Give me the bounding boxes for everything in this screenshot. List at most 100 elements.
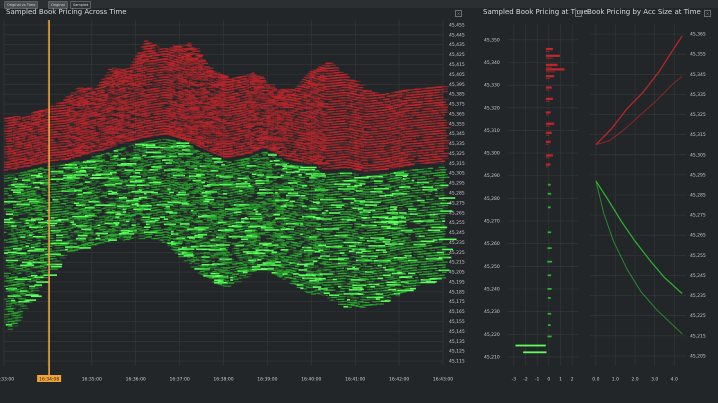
ask-level-mark xyxy=(140,97,145,100)
bid-level-mark xyxy=(127,235,132,237)
bid-level-mark xyxy=(109,212,114,215)
ask-level-mark xyxy=(11,126,17,129)
ask-level-mark xyxy=(108,68,113,71)
bid-level-mark xyxy=(72,166,75,169)
ask-level-mark xyxy=(106,144,115,146)
bid-level-mark xyxy=(66,235,75,237)
bid-level-mark xyxy=(196,161,200,163)
bid-level-mark xyxy=(68,175,74,177)
bid-level-mark xyxy=(27,172,31,175)
bid-level-mark xyxy=(162,172,165,174)
bid-level-mark xyxy=(74,243,78,245)
bid-level-mark xyxy=(20,218,29,220)
bid-level-mark xyxy=(81,182,85,184)
bid-level-mark xyxy=(181,190,186,192)
bid-level-mark xyxy=(90,161,94,164)
bid-level-mark xyxy=(66,217,73,219)
bid-level-mark xyxy=(140,227,145,229)
bid-level-mark xyxy=(66,207,72,209)
ask-level-mark xyxy=(108,99,114,102)
bid-level-mark xyxy=(56,231,60,234)
bid-level-mark xyxy=(77,206,81,208)
bid-level-mark xyxy=(74,207,79,209)
bid-level-mark xyxy=(12,255,17,257)
ask-level-mark xyxy=(61,104,67,106)
bid-level-mark xyxy=(57,175,61,177)
bid-level-mark xyxy=(127,217,134,219)
bid-level-mark xyxy=(86,229,94,231)
ask-level-mark xyxy=(153,52,159,54)
bid-level-mark xyxy=(18,182,23,184)
ask-level-mark xyxy=(52,141,58,143)
bid-level-mark xyxy=(187,256,191,259)
bid-level-mark xyxy=(97,234,100,237)
bid-level-mark xyxy=(41,192,46,194)
bid-level-mark xyxy=(115,221,118,223)
bid-level-mark xyxy=(52,186,58,188)
bid-level-mark xyxy=(109,202,116,204)
bid-level-mark xyxy=(88,218,94,221)
bid-level-mark xyxy=(136,156,143,158)
bid-level-mark xyxy=(11,274,15,276)
bid-level-mark xyxy=(41,200,47,202)
bid-level-mark xyxy=(27,216,33,218)
ask-level-mark xyxy=(102,114,111,116)
bid-level-mark xyxy=(14,239,22,242)
bid-level-mark xyxy=(29,231,33,233)
bid-level-mark xyxy=(56,242,61,244)
bid-level-mark xyxy=(20,297,24,300)
ask-level-mark xyxy=(145,112,150,114)
bid-level-mark xyxy=(144,154,147,156)
bid-level-mark xyxy=(18,313,23,315)
bid-level-mark xyxy=(115,203,122,205)
bid-level-mark xyxy=(149,207,153,209)
bid-level-mark xyxy=(135,218,142,220)
bid-level-mark xyxy=(65,194,70,197)
bid-level-mark xyxy=(145,228,149,230)
ask-level-mark xyxy=(108,112,114,114)
bid-level-mark xyxy=(41,205,45,207)
bid-level-mark xyxy=(185,243,191,245)
ask-level-mark xyxy=(39,140,43,143)
bid-level-mark xyxy=(50,268,59,270)
bid-level-mark xyxy=(196,179,203,181)
bid-level-mark xyxy=(14,301,19,303)
bid-level-mark xyxy=(70,182,76,185)
ask-level-mark xyxy=(171,88,176,90)
bid-level-mark xyxy=(165,182,171,185)
bid-level-mark xyxy=(25,206,32,209)
mid-panel-close-icon[interactable]: × xyxy=(575,10,582,17)
left-panel-close-icon[interactable]: × xyxy=(455,10,462,17)
bid-level-mark xyxy=(21,277,27,279)
ask-level-mark xyxy=(126,114,130,116)
bid-level-mark xyxy=(21,228,27,230)
bid-level-mark xyxy=(162,241,165,243)
ask-level-mark xyxy=(185,49,189,51)
ask-level-mark xyxy=(158,64,163,66)
bid-level-mark xyxy=(174,195,179,198)
ask-level-mark xyxy=(126,109,130,111)
bid-level-mark xyxy=(178,158,181,160)
bid-level-mark xyxy=(41,231,48,233)
bid-level-mark xyxy=(162,144,168,146)
time-heatmap-chart[interactable]: 16:34:0845,45545,44545,43545,42545,41545… xyxy=(0,18,478,403)
bid-level-mark xyxy=(50,265,62,268)
bid-level-mark xyxy=(81,236,85,238)
bid-level-mark xyxy=(167,245,173,247)
bid-level-mark xyxy=(65,199,71,202)
ask-level-mark xyxy=(118,142,123,144)
right-panel-close-icon[interactable]: × xyxy=(704,10,711,17)
bid-level-mark xyxy=(115,162,119,164)
bid-level-mark xyxy=(181,233,190,236)
bid-level-mark xyxy=(185,194,189,196)
bid-level-mark xyxy=(192,184,197,187)
bid-level-mark xyxy=(72,197,77,200)
bid-level-mark xyxy=(32,184,38,186)
bid-level-mark xyxy=(4,298,8,300)
ask-level-mark xyxy=(32,116,41,119)
bid-level-mark xyxy=(5,264,14,267)
bid-level-mark xyxy=(34,227,37,229)
bid-level-mark xyxy=(54,252,60,254)
ask-level-mark xyxy=(118,111,125,113)
bid-level-mark xyxy=(39,262,48,264)
